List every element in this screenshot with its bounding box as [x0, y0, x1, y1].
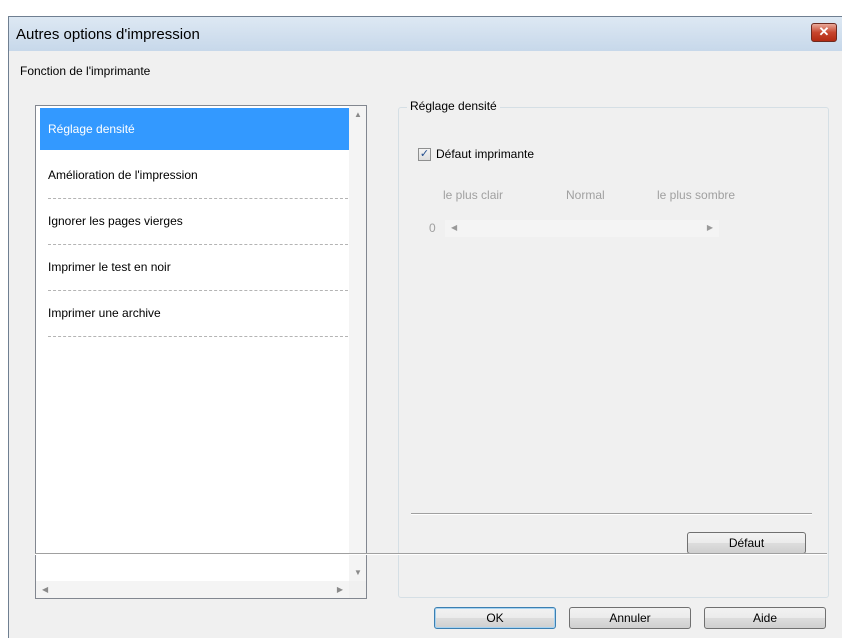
dialog-window: Autres options d'impression ✕ Fonction d…	[8, 16, 842, 638]
ok-button[interactable]: OK	[434, 607, 556, 629]
list-item-print-improvement[interactable]: Amélioration de l'impression	[40, 154, 350, 196]
scroll-left-icon[interactable]: ◀	[42, 585, 48, 594]
slider-left-icon[interactable]: ◀	[451, 223, 457, 232]
printer-default-checkbox[interactable]: ✓	[418, 148, 431, 161]
function-group-label: Fonction de l'imprimante	[20, 64, 151, 78]
scale-label-darkest: le plus sombre	[657, 188, 736, 202]
scroll-right-icon[interactable]: ▶	[337, 585, 343, 594]
default-button[interactable]: Défaut	[687, 532, 806, 554]
title-bar[interactable]: Autres options d'impression ✕	[9, 17, 842, 51]
group-divider	[411, 513, 812, 515]
list-item-skip-blank-pages[interactable]: Ignorer les pages vierges	[40, 200, 350, 242]
list-divider	[48, 198, 348, 199]
dialog-divider	[35, 553, 827, 555]
density-slider[interactable]: ◀ ▶	[445, 220, 719, 237]
close-button[interactable]: ✕	[811, 23, 837, 42]
scroll-down-icon[interactable]: ▼	[354, 568, 362, 577]
list-horizontal-scrollbar[interactable]: ◀ ▶	[36, 581, 349, 598]
list-item-density[interactable]: Réglage densité	[40, 108, 350, 150]
list-vertical-scrollbar[interactable]: ▲ ▼	[349, 106, 366, 581]
list-item-print-archive[interactable]: Imprimer une archive	[40, 292, 350, 334]
function-list[interactable]: Réglage densité Amélioration de l'impres…	[35, 105, 367, 599]
list-item-print-text-black[interactable]: Imprimer le test en noir	[40, 246, 350, 288]
checkmark-icon: ✓	[419, 148, 430, 160]
close-icon: ✕	[818, 24, 830, 39]
list-divider	[48, 336, 348, 337]
printer-default-label[interactable]: Défaut imprimante	[436, 147, 534, 161]
cancel-button[interactable]: Annuler	[569, 607, 691, 629]
scale-label-normal: Normal	[566, 188, 605, 202]
scrollbar-corner	[349, 581, 366, 598]
density-value: 0	[429, 221, 436, 235]
window-title: Autres options d'impression	[16, 26, 200, 43]
list-divider	[48, 290, 348, 291]
list-divider	[48, 244, 348, 245]
scroll-up-icon[interactable]: ▲	[354, 110, 362, 119]
slider-right-icon[interactable]: ▶	[707, 223, 713, 232]
density-group-box	[398, 107, 829, 598]
dialog-body: Fonction de l'imprimante Réglage densité…	[9, 51, 842, 638]
density-group-title: Réglage densité	[407, 99, 500, 113]
help-button[interactable]: Aide	[704, 607, 826, 629]
scale-label-lightest: le plus clair	[443, 188, 504, 202]
